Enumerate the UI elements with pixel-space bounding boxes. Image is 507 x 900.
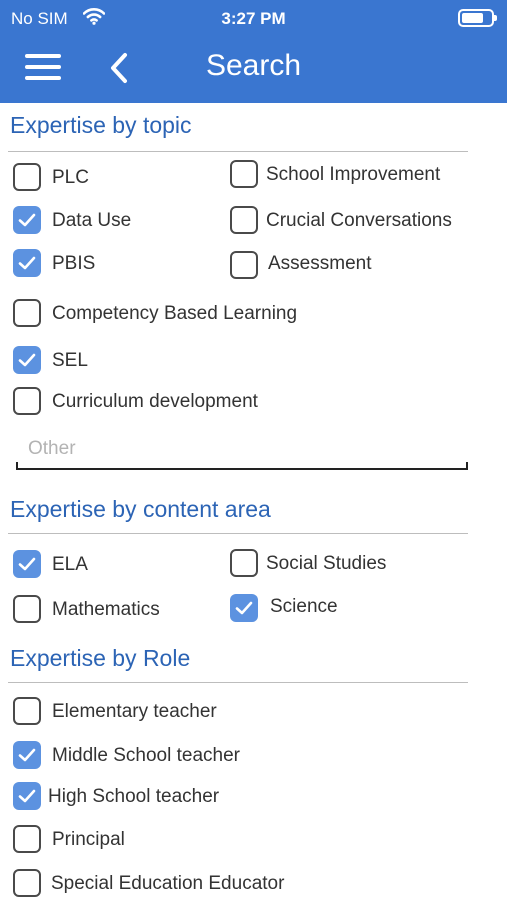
checkbox-label: PBIS [52,253,96,274]
divider [8,533,468,534]
checkbox-label: Social Studies [266,553,387,574]
checkbox-label: Science [270,596,338,617]
checkbox-label: ELA [52,554,88,575]
checkmark-icon [18,353,36,367]
checkmark-icon [18,557,36,571]
checkbox-box[interactable] [13,299,41,327]
checkbox-box[interactable] [13,550,41,578]
checkbox-box[interactable] [13,249,41,277]
battery-icon [458,9,497,27]
page-title: Search [205,49,302,82]
status-bar: No SIM 3:27 PM [0,0,507,36]
checkbox-label: High School teacher [48,786,220,807]
checkmark-icon [18,213,36,227]
checkbox-label: Principal [52,829,125,850]
checkmark-icon [18,789,36,803]
nav-header: No SIM 3:27 PM Search [0,0,507,103]
section-title-content-area: Expertise by content area [10,496,271,522]
checkbox-label: PLC [52,167,89,188]
checkbox-box[interactable] [230,160,258,188]
checkbox-box[interactable] [13,869,41,897]
checkbox-label: School Improvement [266,164,441,185]
checkbox-box[interactable] [230,594,258,622]
status-time: 3:27 PM [221,9,286,28]
checkbox-label: SEL [52,350,88,371]
checkbox-box[interactable] [13,697,41,725]
divider [8,151,468,152]
checkbox-box[interactable] [13,387,41,415]
checkbox-label: Mathematics [52,599,160,620]
checkbox-box[interactable] [13,346,41,374]
checkmark-icon [18,256,36,270]
checkbox-box[interactable] [230,206,258,234]
checkbox-box[interactable] [13,782,41,810]
checkbox-label: Elementary teacher [52,701,217,722]
checkbox-box[interactable] [230,549,258,577]
checkmark-icon [18,748,36,762]
checkbox-box[interactable] [13,595,41,623]
checkbox-label: Curriculum development [52,391,258,412]
section-title-topic: Expertise by topic [10,112,192,138]
checkbox-box[interactable] [13,825,41,853]
checkbox-box[interactable] [13,206,41,234]
section-title-role: Expertise by Role [10,645,191,671]
checkmark-icon [235,601,253,615]
checkbox-label: Competency Based Learning [52,303,298,324]
divider [8,682,468,683]
checkbox-box[interactable] [13,163,41,191]
checkbox-label: Assessment [268,253,372,274]
checkbox-box[interactable] [230,251,258,279]
checkbox-label: Crucial Conversations [266,210,452,231]
checkbox-box[interactable] [13,741,41,769]
other-input[interactable] [28,434,448,464]
checkbox-label: Middle School teacher [52,745,240,766]
other-field [16,432,468,470]
checkbox-label: Special Education Educator [51,873,285,894]
checkbox-label: Data Use [52,210,132,231]
